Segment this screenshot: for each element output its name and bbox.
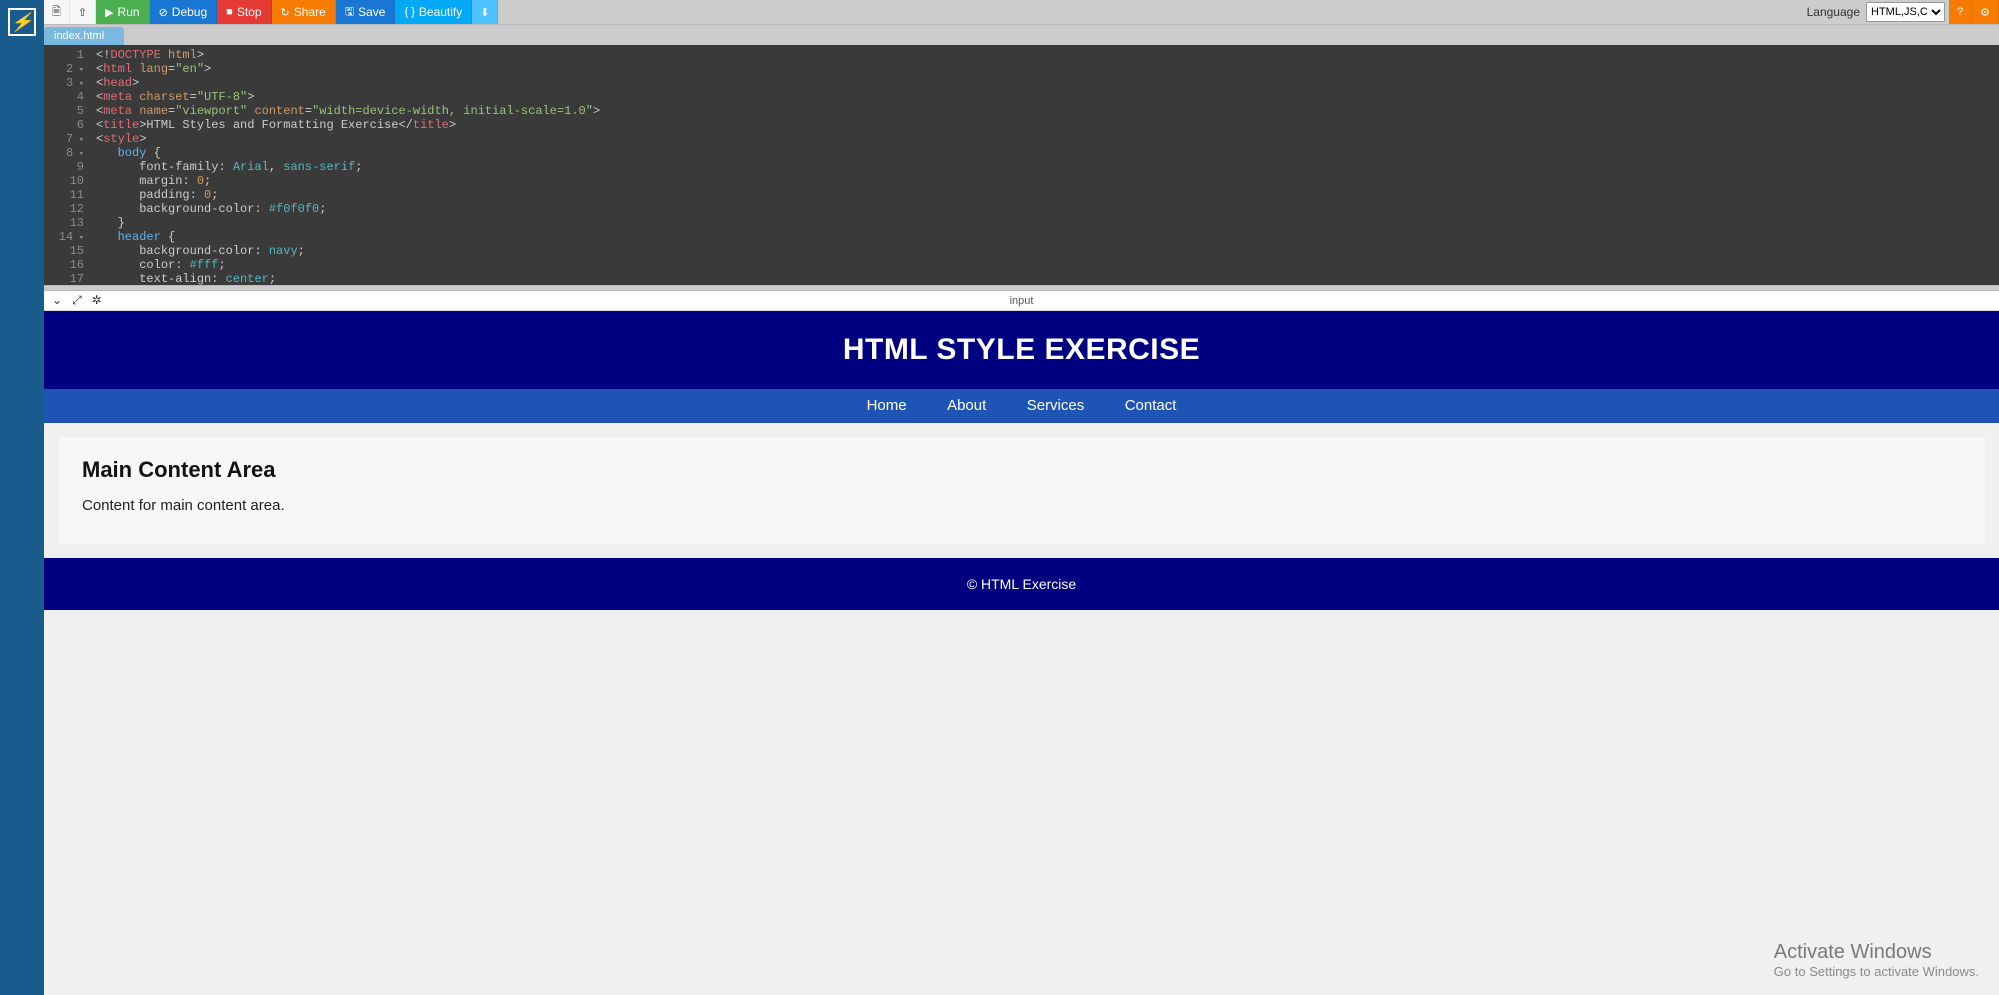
chevron-down-icon: ⌄: [52, 293, 62, 307]
preview-body: HTML STYLE EXERCISE Home About Services …: [44, 311, 1999, 995]
download-button[interactable]: ⬇: [472, 0, 498, 24]
share-button[interactable]: ↻ Share: [272, 0, 336, 24]
download-icon: ⬇: [480, 6, 489, 19]
main-column: 🗎 ⇧ ▶ Run ⊘ Debug ■ Stop ↻ Share 🖫: [44, 0, 1999, 995]
upload-button[interactable]: ⇧: [70, 0, 96, 24]
debug-button[interactable]: ⊘ Debug: [150, 0, 218, 24]
gear-icon: ⚙: [1980, 6, 1990, 19]
lightning-icon: ⚡: [11, 12, 33, 33]
stop-label: Stop: [237, 5, 262, 19]
preview-nav-about[interactable]: About: [947, 397, 986, 414]
editor-gutter: 12345678910111213141516171819: [44, 45, 92, 285]
run-button[interactable]: ▶ Run: [96, 0, 149, 24]
tab-label: index.html: [54, 30, 104, 42]
help-button[interactable]: ?: [1949, 0, 1972, 24]
app-root: ⚡ 🗎 ⇧ ▶ Run ⊘ Debug ■ Stop: [0, 0, 1999, 995]
preview-footer-text: © HTML Exercise: [967, 576, 1076, 592]
file-tabbar: index.html: [44, 25, 1999, 45]
preview-main-text: Content for main content area.: [82, 497, 1961, 514]
preview-nav-contact[interactable]: Contact: [1125, 397, 1177, 414]
editor-code-area[interactable]: <!DOCTYPE html><html lang="en"><head><me…: [92, 45, 1999, 285]
site-logo[interactable]: ⚡: [8, 8, 36, 36]
braces-icon: { }: [404, 6, 414, 18]
code-editor[interactable]: 12345678910111213141516171819 <!DOCTYPE …: [44, 45, 1999, 285]
beautify-button[interactable]: { } Beautify: [395, 0, 472, 24]
settings-button[interactable]: ⚙: [1972, 0, 1999, 24]
toolbar-spacer: [498, 0, 1800, 24]
stop-icon: ■: [226, 6, 233, 18]
upload-icon: ⇧: [78, 6, 87, 19]
top-toolbar: 🗎 ⇧ ▶ Run ⊘ Debug ■ Stop ↻ Share 🖫: [44, 0, 1999, 25]
preview-footer: © HTML Exercise: [44, 558, 1999, 610]
output-settings-button[interactable]: ✲: [92, 293, 102, 308]
language-label: Language: [1801, 0, 1866, 24]
preview-nav-services[interactable]: Services: [1027, 397, 1085, 414]
debug-label: Debug: [172, 5, 207, 19]
gear-icon: ✲: [92, 293, 102, 307]
help-icon: ?: [1957, 6, 1963, 18]
preview-main-heading: Main Content Area: [82, 457, 1961, 483]
preview-pane[interactable]: HTML STYLE EXERCISE Home About Services …: [44, 311, 1999, 995]
preview-nav: Home About Services Contact: [44, 389, 1999, 423]
debug-icon: ⊘: [159, 6, 168, 19]
output-control-bar: ⌄ ⤢ ✲ input: [44, 291, 1999, 311]
preview-header: HTML STYLE EXERCISE: [44, 311, 1999, 389]
run-label: Run: [118, 5, 140, 19]
output-center-label: input: [1010, 295, 1034, 307]
share-icon: ↻: [281, 6, 290, 19]
play-icon: ▶: [105, 6, 113, 19]
preview-header-title: HTML STYLE EXERCISE: [66, 333, 1977, 367]
logo-strip: ⚡: [0, 0, 44, 995]
preview-main: Main Content Area Content for main conte…: [58, 437, 1985, 544]
share-label: Share: [294, 5, 326, 19]
file-icon: 🗎: [52, 3, 61, 22]
expand-icon: ⤢: [72, 293, 82, 307]
preview-nav-home[interactable]: Home: [867, 397, 907, 414]
tab-index-html[interactable]: index.html: [44, 27, 124, 45]
output-chevron-button[interactable]: ⌄: [52, 293, 62, 308]
language-select[interactable]: HTML,JS,C: [1866, 2, 1945, 22]
output-expand-button[interactable]: ⤢: [72, 293, 82, 308]
save-label: Save: [358, 5, 385, 19]
beautify-label: Beautify: [419, 5, 462, 19]
save-button[interactable]: 🖫 Save: [336, 0, 396, 24]
save-icon: 🖫: [345, 3, 354, 22]
new-file-button[interactable]: 🗎: [44, 0, 70, 24]
stop-button[interactable]: ■ Stop: [217, 0, 271, 24]
